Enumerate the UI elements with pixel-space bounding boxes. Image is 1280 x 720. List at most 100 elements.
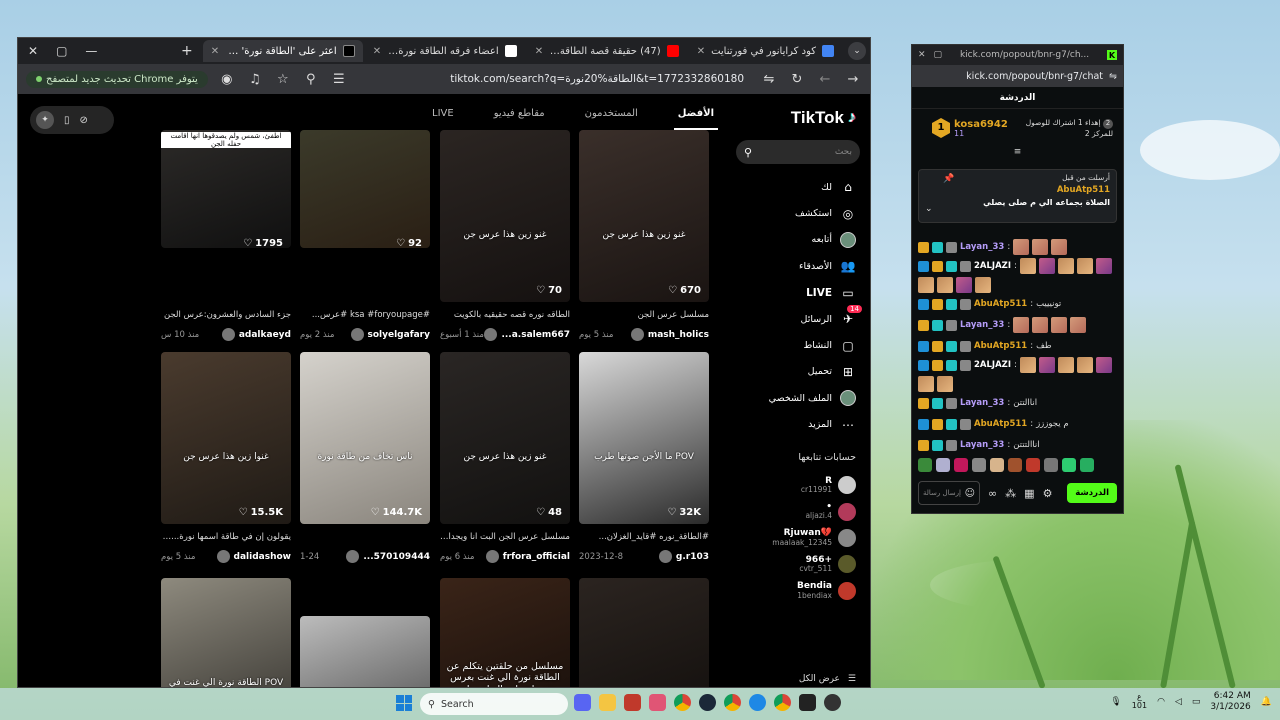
taskbar-search[interactable]: ⚲ Search [420, 693, 568, 715]
kick-close-button[interactable]: ✕ [918, 50, 926, 60]
search-tab[interactable]: المستخدمون [581, 108, 642, 130]
sidebar-item[interactable]: النشاط ▢ [746, 332, 856, 358]
sidebar-item[interactable]: LIVE ▭ [746, 280, 856, 306]
emote-shortcut-icon[interactable] [1026, 458, 1040, 472]
clock[interactable]: 6:42 AM 3/1/2026 [1210, 691, 1250, 714]
see-all-link[interactable]: عرض الكل ☰ [799, 674, 856, 684]
chat-message[interactable]: 2ALJAZI: [918, 357, 1117, 392]
volume-icon[interactable]: ◁ [1175, 697, 1182, 707]
video-card[interactable]: غنو زين هذا عرس جن ♡ 70 الطاقه نوره قصه حقي… [440, 130, 570, 341]
battery-icon[interactable]: ▭ [1192, 697, 1201, 707]
emblem-icon[interactable]: ✦ [36, 111, 54, 129]
video-author[interactable]: adalkaeyd [221, 328, 291, 341]
chat-send-button[interactable]: الدردشة [1067, 483, 1117, 503]
video-card[interactable]: غنوا زين هذا عرس جن ♡ 15.5K يقولون إن في طا… [161, 352, 291, 563]
gift-prompt[interactable]: 2 إهداء 1 اشتراك للوصول للمركز 2 [1021, 118, 1113, 138]
address-bar[interactable]: tiktok.com/search?q=الطاقة%20نورة&t=1772… [358, 73, 750, 85]
sidebar-item[interactable]: الملف الشخصي [746, 385, 856, 411]
media-controls-icon[interactable]: ♫ [246, 72, 264, 87]
video-author[interactable]: frfora_official [485, 550, 570, 563]
video-author[interactable]: a.salem667... [484, 328, 570, 341]
chat-message[interactable]: AbuAtp511: م يجوززز [918, 414, 1117, 434]
language-indicator[interactable]: ع 101 [1132, 693, 1147, 711]
emote-shortcut-icon[interactable] [918, 458, 932, 472]
following-item[interactable]: • aljazi.4 [738, 498, 856, 524]
video-card[interactable]: زينبو من قصر الجن [579, 578, 709, 687]
tab-close-icon[interactable]: ✕ [535, 46, 543, 57]
emote-shortcut-icon[interactable] [954, 458, 968, 472]
chat-username[interactable]: Layan_33 [960, 242, 1004, 252]
following-item[interactable]: Bendia 1bendiax [738, 578, 856, 604]
video-thumbnail[interactable]: غنو زين هذا عرس جن ♡ 70 [440, 130, 570, 302]
tab-close-icon[interactable]: ✕ [697, 46, 705, 57]
compass-icon[interactable]: ⊘ [80, 115, 88, 126]
sidebar-item[interactable]: تحميل ⊞ [746, 359, 856, 385]
emote-shortcut-icon[interactable] [1062, 458, 1076, 472]
search-tab[interactable]: LIVE [428, 108, 458, 130]
profile-icon[interactable]: ◉ [218, 72, 236, 87]
site-settings-icon[interactable]: ☰ [330, 72, 348, 87]
video-thumbnail[interactable]: ♡ 92 [300, 130, 430, 248]
chat-username[interactable]: 2ALJAZI [974, 360, 1011, 370]
video-author[interactable]: dalidashow [216, 550, 291, 563]
sidebar-item[interactable]: الرسائل ✈ 14 [746, 305, 862, 332]
chat-message[interactable]: AbuAtp511: طف [918, 336, 1117, 356]
tiktok-logo[interactable]: TikTok ♪ [791, 108, 856, 128]
video-card[interactable]: POV الطاقة نورة الي غنت في عرس الجن [161, 578, 291, 687]
file-explorer-icon[interactable] [599, 694, 616, 711]
kick-site-info-icon[interactable]: ⇋ [1109, 71, 1117, 82]
video-card[interactable]: POV ما الأجن صوتها طرب ♡ 32K #الطاقة_نوره #… [579, 352, 709, 563]
edge-icon[interactable] [749, 694, 766, 711]
sidebar-item[interactable]: استكشف ◎ [746, 200, 856, 226]
tab-search-icon[interactable]: ⌄ [848, 42, 866, 60]
store-icon[interactable]: ▦ [1024, 487, 1034, 500]
tab-close-icon[interactable]: ✕ [373, 46, 381, 57]
emoji-icon[interactable]: ☺ [965, 488, 975, 499]
search-tab[interactable]: الأفضل [673, 108, 718, 130]
browser-tab[interactable]: اعضاء فرقه الطاقة نورة الكويتية ... ✕ [365, 40, 525, 62]
emote-shortcut-icon[interactable] [936, 458, 950, 472]
chat-username[interactable]: AbuAtp511 [974, 341, 1027, 351]
bookmark-star-icon[interactable]: ☆ [274, 72, 292, 87]
chat-input[interactable]: إرسال رسالة ☺ [918, 481, 980, 505]
chat-username[interactable]: Layan_33 [960, 440, 1004, 450]
video-card[interactable]: ناس تخاف من طاقة نورة ♡ 144.7K 570109444...… [300, 352, 430, 563]
chat-message[interactable]: AbuAtp511: تونيييب [918, 294, 1117, 314]
following-item[interactable]: 966+ cvtr_511 [738, 551, 856, 577]
video-card[interactable]: مسلسل من حلقتين يتكلم عن الطاقة نورة الي… [440, 578, 570, 687]
chat-message[interactable]: Layan_33: [918, 237, 1117, 257]
video-thumbnail[interactable]: زينبو من قصر الجن [579, 578, 709, 687]
video-author[interactable]: g.r103 [658, 550, 709, 563]
video-card[interactable]: غنو زين هذا عرس جن ♡ 670 مسلسل عرس الجن mash… [579, 130, 709, 341]
chrome-alt-icon[interactable] [774, 694, 791, 711]
video-card[interactable]: غنو زين هذا عرس جن ♡ 48 مسلسل عرس الجن البت… [440, 352, 570, 563]
reload-icon[interactable]: ↻ [788, 72, 806, 87]
video-thumbnail[interactable]: POV ما الأجن صوتها طرب ♡ 32K [579, 352, 709, 524]
kick-address-bar[interactable]: kick.com/popout/bnr-g7/chat ⇋ [912, 65, 1123, 87]
browser-tab[interactable]: (47) حقيقة قصة الطاقة نوره - ... ✕ [527, 40, 687, 62]
emote-shortcut-icon[interactable] [1044, 458, 1058, 472]
video-thumbnail[interactable]: POV الطاقة نورة الي غنت في عرس الجن [161, 578, 291, 687]
chat-message[interactable]: Layan_33: اناالتتتن [918, 435, 1117, 455]
tab-close-icon[interactable]: ✕ [211, 46, 219, 57]
steam-icon[interactable] [699, 694, 716, 711]
maximize-window-button[interactable]: ▢ [56, 44, 67, 58]
search-tab[interactable]: مقاطع فيديو [490, 108, 549, 130]
discord-icon[interactable] [574, 694, 591, 711]
infinity-icon[interactable]: ∞ [988, 487, 997, 500]
minimize-window-button[interactable]: — [85, 44, 97, 58]
chat-username[interactable]: AbuAtp511 [974, 299, 1027, 309]
video-card[interactable]: ♡ 92 #ksa #foryoupage #عرس... solyelgafary م… [300, 130, 430, 341]
kick-maximize-button[interactable]: ▢ [934, 50, 943, 60]
pinned-message[interactable]: أرسلت من قبل AbuAtp511 الصلاة بجماعه الي… [918, 169, 1117, 223]
sort-icon[interactable]: ≡ [912, 147, 1123, 157]
chat-message[interactable]: Layan_33: [918, 315, 1117, 335]
chrome-icon[interactable] [674, 694, 691, 711]
pin-icon[interactable]: 📌 [943, 174, 954, 184]
site-info-icon[interactable]: ⇋ [760, 72, 778, 87]
notification-bell-icon[interactable]: 🔔 [1261, 697, 1272, 707]
top-gifter[interactable]: 1 kosa6942 11 [932, 117, 1008, 139]
emote-shortcut-icon[interactable] [990, 458, 1004, 472]
sidebar-item[interactable]: الأصدقاء 👥 [746, 253, 856, 279]
phone-icon[interactable]: ▯ [64, 115, 70, 126]
